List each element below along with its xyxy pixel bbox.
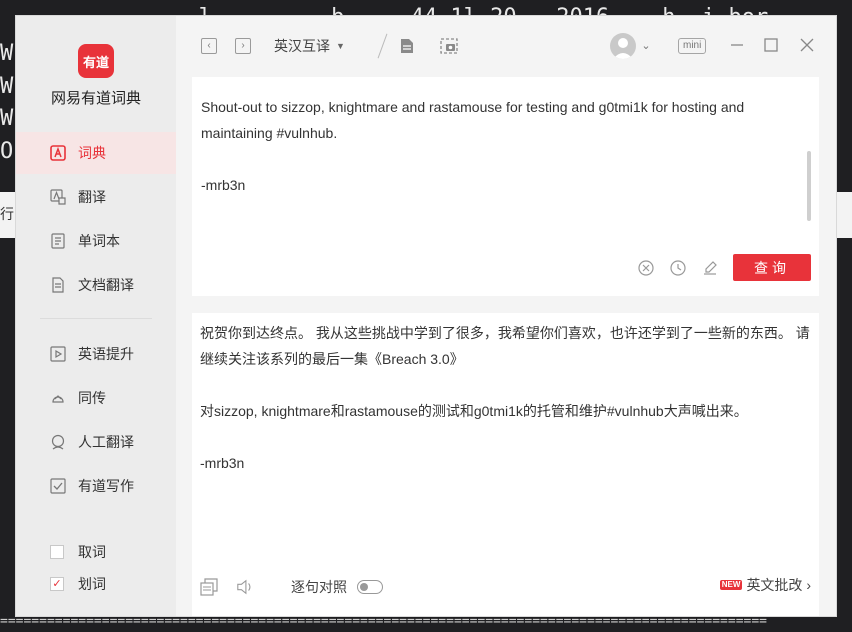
checkbox-checked[interactable]: ✓ [50, 577, 64, 591]
sidebar-item-label: 有道写作 [78, 478, 134, 494]
dictionary-icon [49, 144, 67, 162]
check-label: 划词 [78, 576, 106, 592]
compare-switch[interactable] [357, 580, 383, 594]
mode-label: 英汉互译 [274, 38, 330, 54]
translation-mode-select[interactable]: 英汉互译 ▼ [274, 36, 345, 56]
source-text-input[interactable]: Shout-out to sizzop, knightmare and rast… [201, 94, 791, 198]
sidebar: 有道 网易有道词典 词典 翻译 单词本 文档翻译 英语提升 同传 人工翻译 有道… [16, 16, 176, 616]
sidebar-item-human-translation[interactable]: 人工翻译 [16, 421, 176, 463]
app-logo: 有道 [78, 44, 114, 78]
speaker-icon[interactable] [236, 578, 254, 596]
pick-word-toggle[interactable]: 取词 [50, 542, 106, 562]
sidebar-item-label: 同传 [78, 390, 106, 406]
terminal-line: O [0, 139, 14, 164]
sidebar-item-wordbook[interactable]: 单词本 [16, 220, 176, 262]
minimize-button[interactable] [730, 38, 744, 52]
sidebar-item-dictionary[interactable]: 词典 [16, 132, 176, 174]
mini-label: mini [683, 40, 702, 51]
clear-icon[interactable] [637, 259, 655, 277]
sidebar-item-label: 翻译 [78, 189, 106, 205]
sidebar-item-writing[interactable]: 有道写作 [16, 465, 176, 507]
terminal-line: W [0, 106, 14, 131]
human-translation-icon [49, 433, 67, 451]
translate-icon [49, 188, 67, 206]
translation-result-text: 祝贺你到达终点。 我从这些挑战中学到了很多，我希望你们喜欢，也许还学到了一些新的… [200, 325, 810, 471]
dictionary-window: 有道 网易有道词典 词典 翻译 单词本 文档翻译 英语提升 同传 人工翻译 有道… [16, 16, 836, 616]
top-bar: ‹ › 英汉互译 ▼ ⌄ mini [176, 16, 836, 76]
copy-icon[interactable] [200, 578, 218, 596]
input-scrollbar[interactable] [807, 151, 811, 221]
sidebar-item-document-translate[interactable]: 文档翻译 [16, 264, 176, 306]
input-panel: Shout-out to sizzop, knightmare and rast… [192, 77, 819, 296]
terminal-line: W [0, 74, 14, 99]
forward-button[interactable]: › [235, 38, 251, 54]
mini-mode-button[interactable]: mini [678, 38, 707, 54]
query-button[interactable]: 查询 [733, 254, 811, 281]
writing-icon [49, 477, 67, 495]
maximize-button[interactable] [764, 38, 778, 52]
history-icon[interactable] [669, 259, 687, 277]
chevron-down-icon[interactable]: ⌄ [640, 38, 652, 52]
correction-label: 英文批改 › [746, 577, 811, 593]
sidebar-item-label: 词典 [78, 145, 106, 161]
sidebar-item-label: 英语提升 [78, 346, 134, 362]
sidebar-item-simultaneous[interactable]: 同传 [16, 377, 176, 419]
avatar[interactable] [610, 33, 636, 59]
new-badge: NEW [719, 580, 743, 590]
chevron-down-icon: ▼ [336, 41, 345, 51]
english-correction-link[interactable]: NEW 英文批改 › [719, 576, 811, 594]
forward-icon: › [241, 40, 245, 51]
toolbar-divider [377, 33, 388, 59]
terminal-line: W [0, 41, 14, 66]
wordbook-icon [49, 232, 67, 250]
english-improve-icon [49, 345, 67, 363]
sentence-compare-toggle[interactable]: 逐句对照 [291, 578, 383, 596]
sidebar-item-english-improve[interactable]: 英语提升 [16, 333, 176, 375]
document-icon[interactable] [398, 37, 416, 55]
compare-label: 逐句对照 [291, 579, 347, 595]
app-name: 网易有道词典 [50, 90, 141, 107]
sidebar-item-label: 人工翻译 [78, 434, 134, 450]
document-translate-icon [49, 276, 67, 294]
check-label: 取词 [78, 544, 106, 560]
sidebar-item-label: 文档翻译 [78, 277, 134, 293]
sidebar-divider [40, 318, 152, 319]
back-button[interactable]: ‹ [201, 38, 217, 54]
background-band-text: 行 [0, 206, 14, 222]
screenshot-translate-icon[interactable] [439, 37, 459, 55]
select-word-toggle[interactable]: ✓ 划词 [50, 574, 106, 594]
checkbox-unchecked[interactable] [50, 545, 64, 559]
sidebar-item-translate[interactable]: 翻译 [16, 176, 176, 218]
back-icon: ‹ [207, 40, 211, 51]
close-button[interactable] [800, 38, 814, 52]
handwriting-icon[interactable] [701, 259, 719, 277]
translation-result-panel: 祝贺你到达终点。 我从这些挑战中学到了很多，我希望你们喜欢，也许还学到了一些新的… [192, 313, 819, 616]
simultaneous-interpretation-icon [49, 389, 67, 407]
sidebar-item-label: 单词本 [78, 233, 120, 249]
